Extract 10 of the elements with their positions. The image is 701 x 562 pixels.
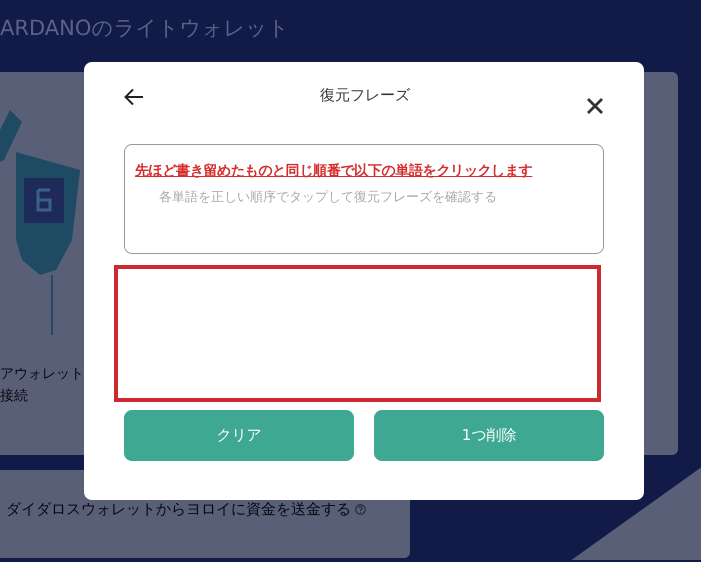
- close-icon[interactable]: [586, 97, 604, 115]
- instruction-text: 先ほど書き留めたものと同じ順番で以下の単語をクリックします: [135, 162, 534, 180]
- hint-text: 各単語を正しい順序でタップして復元フレーズを確認する: [158, 189, 498, 206]
- page-heading: ARDANOのライトウォレット: [0, 15, 290, 42]
- transfer-link[interactable]: ダイダロスウォレットからヨロイに資金を送金する: [6, 500, 351, 519]
- card-text: 接続: [0, 387, 29, 405]
- dialog-title: 復元フレーズ: [320, 86, 410, 105]
- help-icon: [355, 504, 366, 515]
- back-arrow-icon[interactable]: [124, 88, 144, 106]
- card-text: アウォレット: [0, 365, 85, 383]
